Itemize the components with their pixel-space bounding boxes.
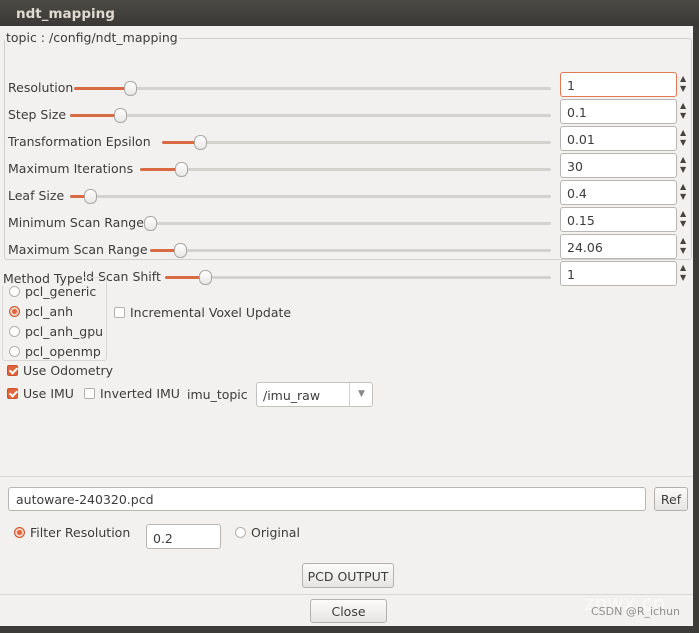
radio-icon	[9, 346, 20, 357]
use-imu-checkbox[interactable]: Use IMU	[7, 386, 74, 401]
radio-selected-icon	[14, 527, 25, 538]
slider-handle[interactable]	[199, 270, 212, 285]
param-slider[interactable]	[70, 108, 551, 123]
checkbox-checked-icon	[7, 365, 18, 376]
param-slider[interactable]	[162, 135, 551, 150]
param-label: Minimum Scan Range	[8, 215, 144, 230]
param-row: Transformation Epsilon 0.01 ▲ ▼	[8, 126, 688, 152]
param-row: Maximum Scan Range 24.06 ▲ ▼	[8, 234, 688, 260]
param-value-input[interactable]: 1	[560, 72, 677, 97]
pcd-output-button[interactable]: PCD OUTPUT	[302, 563, 394, 588]
imu-topic-value: /imu_raw	[263, 388, 321, 403]
param-slider[interactable]	[140, 162, 551, 177]
param-label: Leaf Size	[8, 188, 65, 203]
inverted-imu-checkbox[interactable]: Inverted IMU	[84, 386, 180, 401]
original-radio[interactable]: Original	[235, 525, 300, 540]
param-label: Step Size	[8, 107, 67, 122]
param-row: Resolution 1 ▲ ▼	[8, 72, 688, 98]
radio-pcl-anh[interactable]: pcl_anh	[9, 304, 73, 319]
param-slider[interactable]	[165, 270, 551, 285]
topic-label: topic : /config/ndt_mapping	[5, 30, 179, 45]
use-odometry-checkbox[interactable]: Use Odometry	[7, 363, 113, 378]
radio-pcl-generic[interactable]: pcl_generic	[9, 284, 96, 299]
filter-resolution-radio[interactable]: Filter Resolution	[14, 525, 130, 540]
checkbox-checked-icon	[7, 388, 18, 399]
checkbox-icon	[114, 307, 125, 318]
chevron-down-icon[interactable]: ▼	[349, 383, 373, 406]
ndt-mapping-dialog: topic : /config/ndt_mapping Resolution 1…	[0, 26, 693, 626]
slider-fill	[74, 87, 130, 90]
param-row: Minimum Scan Range 0.15 ▲ ▼	[8, 207, 688, 233]
filter-resolution-input[interactable]: 0.2	[146, 524, 221, 549]
spin-arrows-icon[interactable]: ▲ ▼	[680, 101, 686, 121]
param-row: Minimum Add Scan Shift 1 ▲ ▼	[8, 261, 688, 287]
param-label: Maximum Scan Range	[8, 242, 148, 257]
param-value-input[interactable]: 1	[560, 261, 677, 286]
slider-handle[interactable]	[194, 135, 207, 150]
param-slider[interactable]	[74, 81, 551, 96]
radio-pcl-anh-gpu[interactable]: pcl_anh_gpu	[9, 324, 103, 339]
spin-arrows-icon[interactable]: ▲ ▼	[680, 263, 686, 283]
ref-button[interactable]: Ref	[654, 487, 688, 511]
pcd-filename-input[interactable]: autoware-240320.pcd	[8, 487, 646, 511]
radio-icon	[9, 326, 20, 337]
imu-topic-label: imu_topic	[187, 387, 248, 402]
slider-handle[interactable]	[84, 189, 97, 204]
imu-topic-combobox[interactable]: /imu_raw ▼	[256, 382, 373, 407]
param-row: Maximum Iterations 30 ▲ ▼	[8, 153, 688, 179]
slider-fill	[70, 114, 120, 117]
window-title: ndt_mapping	[0, 0, 699, 26]
spin-arrows-icon[interactable]: ▲ ▼	[680, 209, 686, 229]
param-value-input[interactable]: 0.15	[560, 207, 677, 232]
param-value-input[interactable]: 0.01	[560, 126, 677, 151]
method-type-group: Method Type pcl_generic pcl_anh pcl_anh_…	[2, 271, 107, 361]
param-value-input[interactable]: 24.06	[560, 234, 677, 259]
spin-arrows-icon[interactable]: ▲ ▼	[680, 182, 686, 202]
slider-handle[interactable]	[174, 243, 187, 258]
slider-handle[interactable]	[144, 216, 157, 231]
slider-handle[interactable]	[175, 162, 188, 177]
param-slider[interactable]	[70, 189, 551, 204]
param-label: Maximum Iterations	[8, 161, 134, 176]
param-label: Resolution	[8, 80, 74, 95]
slider-handle[interactable]	[124, 81, 137, 96]
param-row: Step Size 0.1 ▲ ▼	[8, 99, 688, 125]
param-value-input[interactable]: 0.1	[560, 99, 677, 124]
param-value-input[interactable]: 0.4	[560, 180, 677, 205]
watermark-credit: CSDN @R_ichun	[591, 605, 681, 618]
radio-icon	[9, 286, 20, 297]
incremental-voxel-checkbox[interactable]: Incremental Voxel Update	[114, 305, 291, 320]
radio-selected-icon	[9, 306, 20, 317]
param-label: Transformation Epsilon	[8, 134, 151, 149]
spin-arrows-icon[interactable]: ▲ ▼	[680, 155, 686, 175]
param-slider[interactable]	[144, 216, 551, 231]
param-slider[interactable]	[150, 243, 551, 258]
slider-handle[interactable]	[114, 108, 127, 123]
checkbox-icon	[84, 388, 95, 399]
radio-icon	[235, 527, 246, 538]
close-button[interactable]: Close	[310, 599, 387, 623]
radio-pcl-openmp[interactable]: pcl_openmp	[9, 344, 101, 359]
spin-arrows-icon[interactable]: ▲ ▼	[680, 236, 686, 256]
spin-arrows-icon[interactable]: ▲ ▼	[680, 74, 686, 94]
param-value-input[interactable]: 30	[560, 153, 677, 178]
param-row: Leaf Size 0.4 ▲ ▼	[8, 180, 688, 206]
spin-arrows-icon[interactable]: ▲ ▼	[680, 128, 686, 148]
divider	[0, 476, 693, 477]
